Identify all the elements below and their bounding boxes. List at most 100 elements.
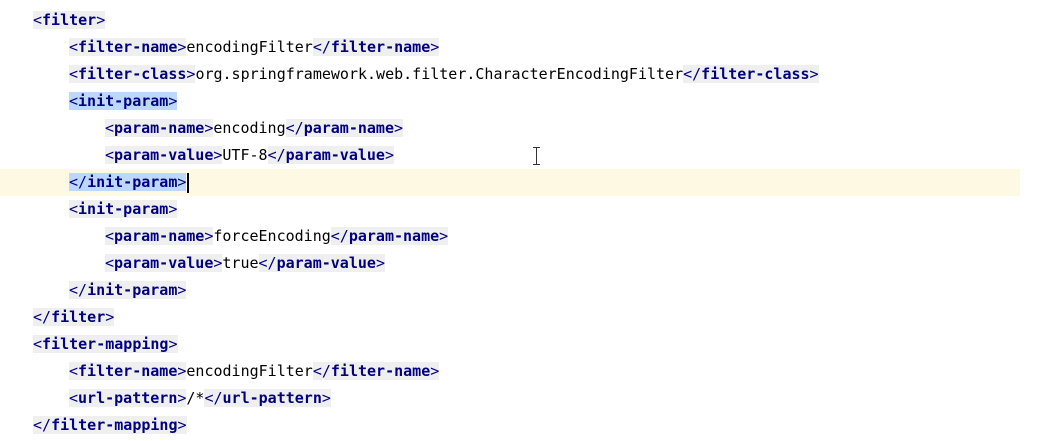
tag-bracket: > [321, 389, 331, 407]
tag-bracket: > [168, 92, 178, 110]
xml-open-tag[interactable]: <url-pattern> [69, 389, 187, 407]
xml-close-tag[interactable]: </url-pattern> [204, 389, 331, 407]
element-value: forceEncoding [213, 227, 331, 245]
xml-close-tag[interactable]: </param-name> [285, 119, 404, 137]
code-line[interactable]: <filter> [0, 7, 1048, 34]
code-line[interactable]: <filter-class>org.springframework.web.fi… [0, 61, 1048, 88]
tag-bracket: </ [312, 362, 331, 380]
tag-name: init-param [87, 281, 178, 299]
tag-name: filter-mapping [42, 335, 169, 353]
xml-open-tag[interactable]: <init-param> [69, 200, 178, 218]
element-value: encodingFilter [186, 38, 313, 56]
tag-bracket: > [96, 11, 106, 29]
xml-close-tag[interactable]: </param-value> [258, 254, 385, 272]
text-caret [187, 172, 190, 193]
tag-name: url-pattern [78, 389, 178, 407]
tag-name: param-value [114, 146, 214, 164]
tag-bracket: < [105, 254, 115, 272]
code-content: <filter-mapping> [33, 331, 178, 358]
xml-close-tag[interactable]: </init-param> [69, 281, 187, 299]
element-value: org.springframework.web.filter.Character… [195, 65, 684, 83]
code-content: <filter-name>encodingFilter</filter-name… [69, 358, 440, 385]
xml-open-tag[interactable]: <filter-class> [69, 65, 196, 83]
tag-bracket: > [168, 335, 178, 353]
code-content: <filter-class>org.springframework.web.fi… [69, 61, 819, 88]
xml-close-tag[interactable]: </param-name> [330, 227, 449, 245]
tag-bracket: < [33, 11, 43, 29]
xml-close-tag[interactable]: </filter-name> [312, 38, 440, 56]
xml-open-tag[interactable]: <param-name> [105, 227, 214, 245]
xml-open-tag[interactable]: <filter-name> [69, 38, 187, 56]
tag-name: init-param [78, 92, 169, 110]
tag-bracket: < [69, 200, 79, 218]
code-content: <param-value>true</param-value> [105, 250, 385, 277]
element-value: UTF-8 [222, 146, 268, 164]
xml-close-tag[interactable]: </filter-class> [683, 65, 819, 83]
code-content: <param-name>encoding</param-name> [105, 115, 404, 142]
tag-bracket: < [105, 227, 115, 245]
tag-bracket: </ [312, 38, 331, 56]
tag-name: url-pattern [222, 389, 322, 407]
tag-bracket: > [439, 227, 449, 245]
xml-open-tag[interactable]: <param-value> [105, 254, 223, 272]
tag-bracket: < [69, 92, 79, 110]
tag-name: param-name [114, 119, 205, 137]
xml-close-tag[interactable]: </param-value> [267, 146, 394, 164]
tag-bracket: > [105, 308, 115, 326]
element-value: encoding [213, 119, 286, 137]
xml-open-tag[interactable]: <filter-mapping> [33, 335, 178, 353]
tag-bracket: > [177, 173, 187, 191]
code-line[interactable]: </init-param> [0, 277, 1048, 304]
tag-bracket: > [394, 119, 404, 137]
xml-open-tag[interactable]: <filter-name> [69, 362, 187, 380]
code-line[interactable]: <init-param> [0, 88, 1048, 115]
code-content: <filter> [33, 7, 106, 34]
code-line[interactable]: </filter-mapping> [0, 412, 1048, 439]
code-line[interactable]: <filter-name>encodingFilter</filter-name… [0, 34, 1048, 61]
code-line[interactable]: <url-pattern>/*</url-pattern> [0, 385, 1048, 412]
xml-open-tag[interactable]: <param-value> [105, 146, 223, 164]
xml-open-tag[interactable]: <init-param> [69, 92, 178, 110]
tag-name: filter-mapping [51, 416, 178, 434]
xml-close-tag[interactable]: </filter> [33, 308, 115, 326]
xml-open-tag[interactable]: <filter> [33, 11, 106, 29]
code-content: </init-param> [69, 169, 190, 196]
code-editor[interactable]: <filter> <filter-name>encodingFilter</fil… [0, 0, 1048, 441]
xml-close-tag[interactable]: </filter-mapping> [33, 416, 187, 434]
tag-name: param-value [114, 254, 214, 272]
code-content: <init-param> [69, 88, 178, 115]
code-content: <init-param> [69, 196, 178, 223]
tag-bracket: </ [69, 173, 88, 191]
code-content: </init-param> [69, 277, 187, 304]
tag-name: filter-name [330, 38, 431, 56]
tag-bracket: > [384, 146, 394, 164]
tag-name: param-name [114, 227, 205, 245]
tag-bracket: > [809, 65, 819, 83]
code-line[interactable]: <param-name>encoding</param-name> [0, 115, 1048, 142]
tag-name: filter-name [78, 38, 178, 56]
tag-name: param-value [276, 254, 376, 272]
code-content: </filter-mapping> [33, 412, 187, 439]
code-content: <param-name>forceEncoding</param-name> [105, 223, 449, 250]
code-line[interactable]: <filter-mapping> [0, 331, 1048, 358]
code-line[interactable]: </init-param> [0, 169, 1020, 196]
code-line[interactable]: </filter> [0, 304, 1048, 331]
tag-bracket: </ [33, 308, 52, 326]
code-line[interactable]: <param-value>UTF-8</param-value> [0, 142, 1048, 169]
code-line[interactable]: <param-name>forceEncoding</param-name> [0, 223, 1048, 250]
tag-name: filter-class [701, 65, 810, 83]
tag-bracket: </ [33, 416, 52, 434]
xml-close-tag[interactable]: </filter-name> [312, 362, 440, 380]
code-line[interactable]: <filter-name>encodingFilter</filter-name… [0, 358, 1048, 385]
tag-bracket: </ [204, 389, 223, 407]
tag-bracket: < [69, 38, 79, 56]
xml-open-tag[interactable]: <param-name> [105, 119, 214, 137]
element-value: true [222, 254, 259, 272]
code-line[interactable]: <param-value>true</param-value> [0, 250, 1048, 277]
tag-bracket: < [69, 389, 79, 407]
tag-bracket: < [69, 65, 79, 83]
tag-bracket: </ [267, 146, 286, 164]
xml-close-tag[interactable]: </init-param> [69, 173, 187, 191]
tag-bracket: </ [683, 65, 702, 83]
code-line[interactable]: <init-param> [0, 196, 1048, 223]
